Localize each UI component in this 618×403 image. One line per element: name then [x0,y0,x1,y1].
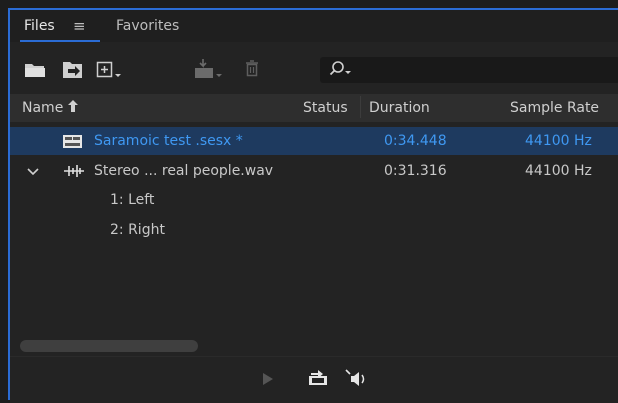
files-panel: Files ≡ Favorites Name Status Duration S… [8,8,618,403]
preview-transport-bar [10,356,618,403]
tab-files[interactable]: Files [24,18,55,34]
search-input[interactable] [320,57,618,83]
panel-tab-bar: Files ≡ Favorites [10,10,618,42]
column-header-row: Name Status Duration Sample Rate [10,94,618,122]
auto-play-speaker-icon[interactable] [345,369,369,393]
file-row-session[interactable]: Saramoic test .sesx * 0:34.448 44100 Hz [10,127,618,155]
channel-name: 2: Right [110,222,165,238]
channel-row-right[interactable]: 2: Right [10,216,618,244]
file-name: Saramoic test .sesx * [94,133,243,149]
column-header-sample-rate[interactable]: Sample Rate [510,100,599,116]
file-duration: 0:34.448 [384,133,447,149]
file-sample-rate: 44100 Hz [525,133,592,149]
sort-ascending-icon[interactable] [68,100,78,116]
play-icon[interactable] [262,372,274,390]
file-duration: 0:31.316 [384,163,447,179]
file-sample-rate: 44100 Hz [525,163,592,179]
column-header-status[interactable]: Status [303,100,348,116]
chevron-down-icon[interactable] [27,165,39,181]
files-toolbar [10,42,618,94]
column-header-duration[interactable]: Duration [369,100,430,116]
open-folder-icon[interactable] [24,62,46,82]
panel-menu-icon[interactable]: ≡ [73,17,86,35]
waveform-icon [64,165,84,181]
column-header-name[interactable]: Name [22,100,63,116]
multitrack-session-icon [63,135,82,152]
channel-row-left[interactable]: 1: Left [10,186,618,214]
insert-into-multitrack-icon[interactable] [194,58,222,84]
file-row-wav[interactable]: Stereo ... real people.wav 0:31.316 4410… [10,157,618,185]
file-name: Stereo ... real people.wav [94,163,274,179]
tab-favorites[interactable]: Favorites [116,18,179,34]
new-file-icon[interactable] [96,60,122,84]
horizontal-scrollbar[interactable] [20,340,198,352]
import-file-icon[interactable] [60,60,84,84]
column-divider[interactable] [360,96,361,118]
trash-icon[interactable] [244,59,260,81]
channel-name: 1: Left [110,192,155,208]
search-icon[interactable] [328,60,352,84]
loop-playback-icon[interactable] [307,369,329,391]
